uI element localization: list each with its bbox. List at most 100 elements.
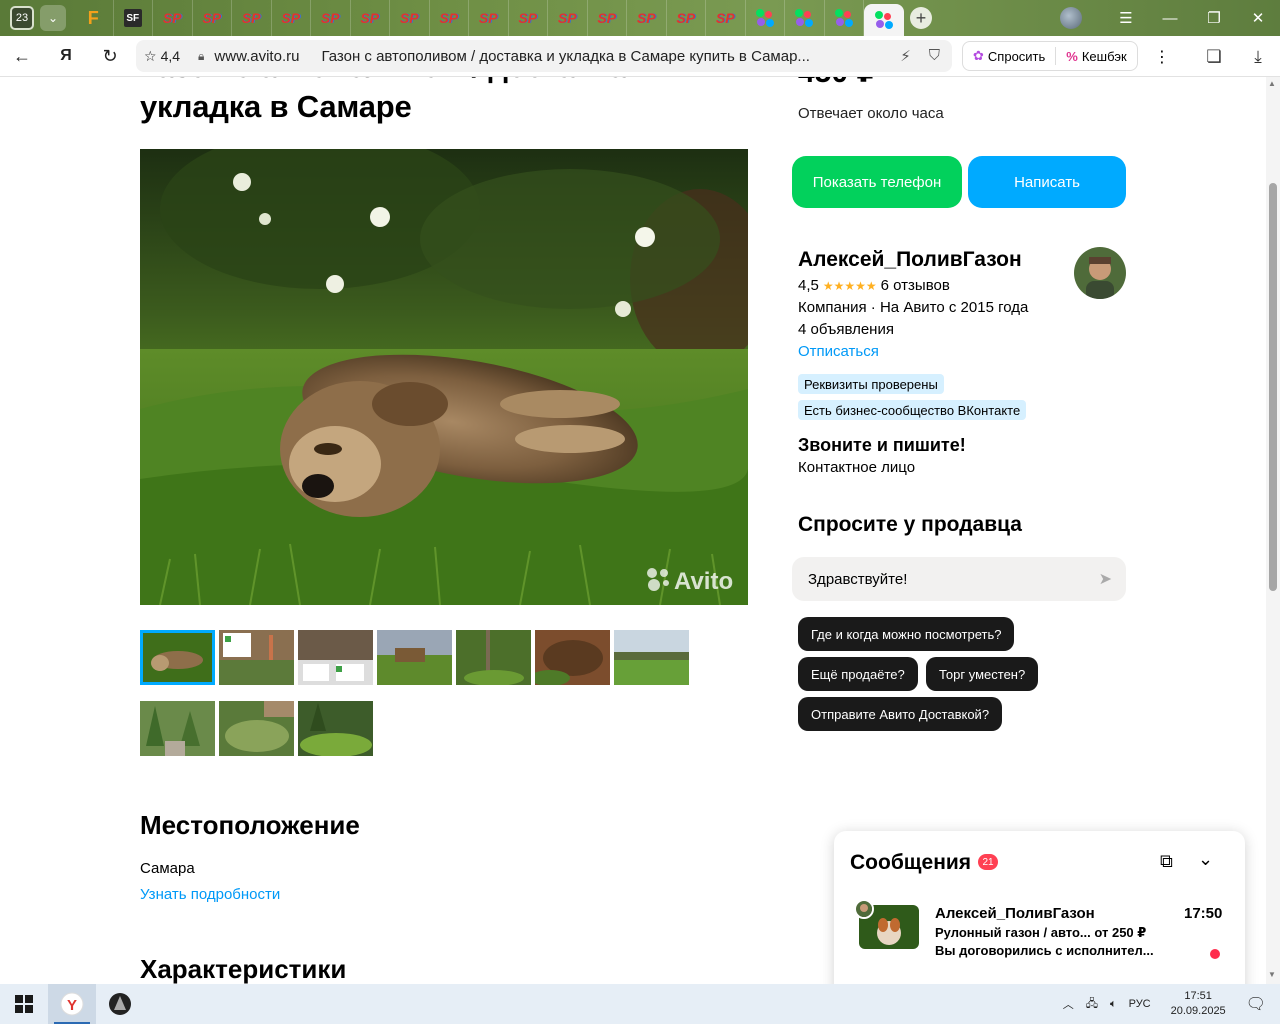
messages-title[interactable]: Сообщения xyxy=(850,851,971,875)
page-content: Газон с автополивом / доставка и укладка… xyxy=(0,77,1266,984)
tab-active[interactable] xyxy=(864,4,904,36)
tab-favicon-icon: SP xyxy=(202,10,222,26)
profile-avatar[interactable] xyxy=(1060,7,1082,29)
browser-tab-strip: 23 ⌄ F SF SP SP SP SP SP SP SP SP SP SP … xyxy=(0,0,1280,36)
tab[interactable]: SP xyxy=(469,0,509,36)
seller-ads-link[interactable]: 4 объявления xyxy=(798,321,894,338)
tab[interactable]: SP xyxy=(193,0,232,36)
tab[interactable]: SP xyxy=(272,0,311,36)
minimize-icon[interactable]: — xyxy=(1148,10,1192,27)
open-external-icon[interactable]: ⧉ xyxy=(1160,851,1173,872)
tab-avito[interactable] xyxy=(825,0,864,36)
volume-icon[interactable]: 🔈︎ xyxy=(1110,998,1117,1011)
tab[interactable]: SP xyxy=(430,0,469,36)
main-photo[interactable]: Avito xyxy=(140,149,748,605)
tab[interactable]: SP xyxy=(351,0,390,36)
url-field[interactable]: ☆ 4,4 🔒︎ www.avito.ru Газон с автополивом… xyxy=(136,40,952,72)
tab[interactable]: SP xyxy=(509,0,548,36)
tab-avito[interactable] xyxy=(746,0,785,36)
messages-widget: Сообщения 21 ⧉ ⌄ Алексей_ПоливГазон 17:5… xyxy=(834,831,1245,984)
reload-icon[interactable]: ↻ xyxy=(88,46,132,67)
download-icon[interactable]: ⤓ xyxy=(1236,47,1280,67)
tab[interactable]: SF xyxy=(114,0,153,36)
tab[interactable]: SP xyxy=(706,0,746,36)
send-icon[interactable]: ➤ xyxy=(1099,569,1112,589)
tray-chevron-icon[interactable]: ︿ xyxy=(1063,996,1074,1012)
close-icon[interactable]: ✕ xyxy=(1236,9,1280,27)
question-chip[interactable]: Ещё продаёте? xyxy=(798,657,918,691)
thumbnail[interactable] xyxy=(535,630,610,685)
lock-icon[interactable]: 🔒︎ xyxy=(198,49,204,64)
tab[interactable]: SP xyxy=(311,0,351,36)
reviews-link[interactable]: 6 отзывов xyxy=(881,277,950,294)
yandex-logo-icon[interactable]: Я xyxy=(44,47,88,65)
thumbnail[interactable] xyxy=(456,630,531,685)
thumbnail[interactable] xyxy=(298,630,373,685)
star-icon: ☆ xyxy=(144,47,157,64)
tab-list-chevron-icon[interactable]: ⌄ xyxy=(40,5,66,31)
seller-avatar[interactable] xyxy=(1074,247,1126,299)
thumbnail[interactable] xyxy=(140,630,215,685)
menu-icon[interactable]: ☰ xyxy=(1104,9,1148,27)
network-icon[interactable]: 🖧︎ xyxy=(1086,995,1098,1014)
restore-icon[interactable]: ❐ xyxy=(1192,9,1236,27)
question-chip[interactable]: Где и когда можно посмотреть? xyxy=(798,617,1015,651)
tab[interactable]: SP xyxy=(153,0,193,36)
input-language[interactable]: РУС xyxy=(1129,998,1151,1010)
tab[interactable]: SP xyxy=(588,0,627,36)
chevron-down-icon[interactable]: ⌄ xyxy=(1198,849,1213,870)
listing-title: Газон с автополивом / доставка и укладка… xyxy=(140,77,654,124)
app-taskbar-icon[interactable] xyxy=(96,984,144,1024)
thumbnail[interactable] xyxy=(377,630,452,685)
tracking-off-icon[interactable]: ⚡︎ xyxy=(900,47,911,65)
chat-sender[interactable]: Алексей_ПоливГазон xyxy=(935,905,1095,922)
question-chip[interactable]: Торг уместен? xyxy=(926,657,1039,691)
percent-icon: % xyxy=(1066,48,1078,64)
thumbnail[interactable] xyxy=(614,630,689,685)
bookmark-icon[interactable]: ⛉ xyxy=(929,47,940,65)
ask-seller-title: Спросите у продавца xyxy=(798,513,1022,536)
chat-seller-avatar xyxy=(854,899,874,919)
scroll-thumb[interactable] xyxy=(1269,183,1277,591)
tab[interactable]: F xyxy=(74,0,114,36)
new-tab-button[interactable]: + xyxy=(910,7,932,29)
avito-favicon-icon xyxy=(834,9,853,27)
tab[interactable]: SP xyxy=(667,0,706,36)
ask-seller-input[interactable]: Здравствуйте! ➤ xyxy=(792,557,1126,601)
tab[interactable]: SP xyxy=(548,0,588,36)
location-details-link[interactable]: Узнать подробности xyxy=(140,886,280,903)
url-actions: ⚡︎ ⛉ xyxy=(900,47,940,65)
tab[interactable]: SP xyxy=(627,0,667,36)
collections-icon[interactable]: ❏ xyxy=(1192,47,1236,67)
more-vertical-icon[interactable]: ⋮ xyxy=(1154,47,1170,67)
thumbnail[interactable] xyxy=(219,701,294,756)
windows-start-icon[interactable] xyxy=(0,984,48,1024)
tab-favicon-icon: F xyxy=(87,7,99,28)
question-chip[interactable]: Отправите Авито Доставкой? xyxy=(798,697,1003,731)
rating-stars-icon: ★★★★★ xyxy=(822,278,877,293)
cashback-button[interactable]: % Кешбэк xyxy=(1056,49,1136,64)
scroll-up-icon[interactable]: ▲ xyxy=(1268,79,1276,88)
page-scrollbar[interactable]: ▲ ▼ xyxy=(1266,77,1280,984)
yandex-browser-taskbar-icon[interactable]: Y xyxy=(48,984,96,1024)
write-message-button[interactable]: Написать xyxy=(968,156,1126,208)
back-arrow-icon[interactable]: ← xyxy=(0,46,44,67)
ask-alice-button[interactable]: ✿ Спросить xyxy=(963,48,1055,64)
site-rating[interactable]: ☆ 4,4 xyxy=(144,48,180,65)
notifications-icon[interactable]: 🗨︎ xyxy=(1246,994,1266,1014)
seller-rating[interactable]: 4,5 ★★★★★ 6 отзывов xyxy=(798,277,950,294)
thumbnail[interactable] xyxy=(140,701,215,756)
scroll-down-icon[interactable]: ▼ xyxy=(1268,970,1276,979)
tab-favicon-icon: SP xyxy=(478,10,498,26)
seller-name[interactable]: Алексей_ПоливГазон xyxy=(798,248,1022,272)
clock[interactable]: 17:51 20.09.2025 xyxy=(1171,989,1226,1019)
tab[interactable]: SP xyxy=(390,0,430,36)
thumbnail[interactable] xyxy=(219,630,294,685)
unsubscribe-link[interactable]: Отписаться xyxy=(798,343,879,360)
show-phone-button[interactable]: Показать телефон xyxy=(792,156,962,208)
tab[interactable]: SP xyxy=(232,0,272,36)
tab-favicon-icon: SP xyxy=(439,10,459,26)
tab-avito[interactable] xyxy=(785,0,825,36)
tab-counter[interactable]: 23 xyxy=(10,6,34,30)
thumbnail[interactable] xyxy=(298,701,373,756)
